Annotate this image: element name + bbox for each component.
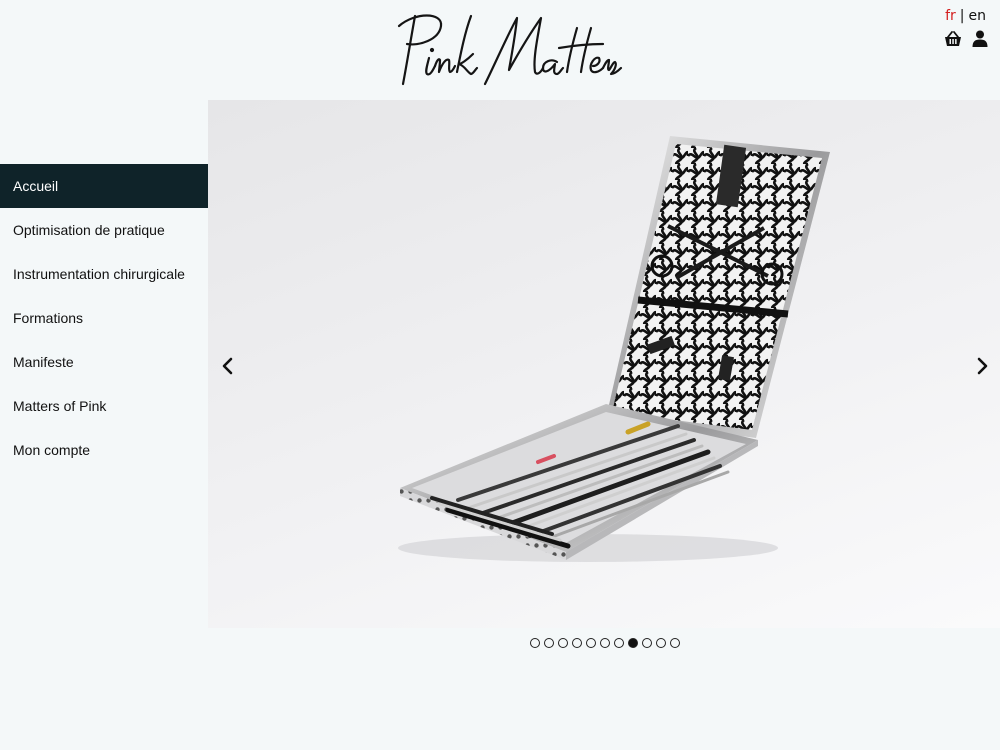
carousel-pagination (530, 638, 680, 648)
nav-item-matters-of-pink[interactable]: Matters of Pink (0, 384, 208, 428)
chevron-right-icon[interactable] (972, 354, 992, 378)
page: fr | en Accueil Optimisation de pratique I… (0, 0, 1000, 750)
carousel-dot[interactable] (530, 638, 540, 648)
carousel-dot[interactable] (572, 638, 582, 648)
nav-item-formations[interactable]: Formations (0, 296, 208, 340)
carousel-dot[interactable] (558, 638, 568, 648)
lang-separator: | (959, 8, 965, 24)
chevron-left-icon[interactable] (218, 354, 238, 378)
brand-logo[interactable] (385, 8, 625, 90)
language-switcher: fr | en (945, 8, 986, 24)
lang-fr-link[interactable]: fr (945, 8, 956, 24)
header-icons (944, 30, 988, 47)
carousel-dot[interactable] (628, 638, 638, 648)
lang-en-link[interactable]: en (969, 8, 987, 24)
carousel-dot[interactable] (586, 638, 596, 648)
carousel-dot[interactable] (642, 638, 652, 648)
nav-item-optimisation-de-pratique[interactable]: Optimisation de pratique (0, 208, 208, 252)
logo-script-mark (397, 14, 623, 86)
nav-item-mon-compte[interactable]: Mon compte (0, 428, 208, 472)
carousel-slide-image (398, 136, 830, 562)
nav-item-manifeste[interactable]: Manifeste (0, 340, 208, 384)
carousel-dot[interactable] (614, 638, 624, 648)
user-icon[interactable] (972, 30, 988, 47)
sidebar-nav: Accueil Optimisation de pratique Instrum… (0, 164, 208, 472)
hero-carousel[interactable] (208, 100, 1000, 628)
carousel-dot[interactable] (544, 638, 554, 648)
carousel-dot[interactable] (656, 638, 666, 648)
nav-item-accueil[interactable]: Accueil (0, 164, 208, 208)
carousel-dot[interactable] (600, 638, 610, 648)
nav-item-instrumentation-chirurgicale[interactable]: Instrumentation chirurgicale (0, 252, 208, 296)
basket-icon[interactable] (944, 30, 962, 47)
carousel-dot[interactable] (670, 638, 680, 648)
